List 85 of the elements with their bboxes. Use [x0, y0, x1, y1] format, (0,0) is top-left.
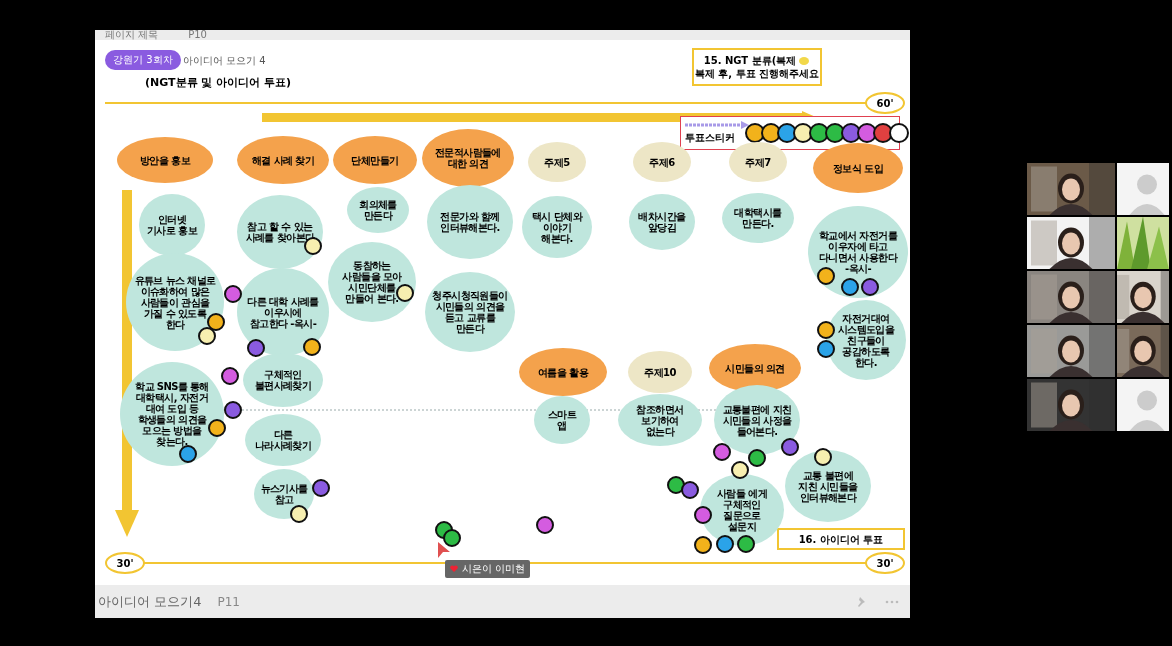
vote-sticker[interactable] [841, 123, 861, 143]
idea-bubble: 자전거대여 시스템도입을 친구들이 공감하도록 한다. [826, 300, 906, 380]
vote-sticker[interactable] [221, 367, 239, 385]
idea-bubble: 학교에서 자전거를 이우자에 타고 다니면서 사용한다 -옥시- [808, 206, 908, 298]
board-subtitle: 아이디어 모으기 4 [183, 54, 266, 68]
note-text: 15. NGT 분류(복제 [703, 54, 797, 67]
idea-bubble: 사람들 에게 구체적인 질문으로 설문지 [700, 474, 784, 546]
vote-sticker[interactable] [713, 443, 731, 461]
idea-bubble: 교통 불편에 지친 시민들을 인터뷰해본다 [785, 450, 871, 522]
vote-sticker[interactable] [312, 479, 330, 497]
vote-sticker[interactable] [224, 401, 242, 419]
time-label: 30' [105, 552, 145, 574]
idea-bubble: 배차시간을 앞당김 [629, 194, 695, 250]
category-bubble: 주제10 [628, 351, 692, 393]
vote-sticker[interactable] [814, 448, 832, 466]
vote-sticker[interactable] [681, 481, 699, 499]
vote-sticker[interactable] [873, 123, 893, 143]
vote-sticker[interactable] [207, 313, 225, 331]
idea-bubble: 스마트 앱 [534, 396, 590, 444]
vote-sticker[interactable] [443, 529, 461, 547]
vote-sticker[interactable] [290, 505, 308, 523]
note-text: 복제 후, 투표 진행해주세요 [694, 67, 820, 80]
vote-sticker[interactable] [536, 516, 554, 534]
cursor-name: 시은이 이미현 [462, 562, 526, 576]
category-bubble: 주제7 [729, 142, 787, 182]
board-title: (NGT분류 및 아이디어 투표) [145, 75, 292, 90]
idea-bubble: 청주시청직원들이 시민들의 의견을 듣고 교류를 만든다 [425, 272, 515, 352]
vote-sticker[interactable] [793, 123, 813, 143]
vote-sticker[interactable] [817, 340, 835, 358]
category-bubble: 주제5 [528, 142, 586, 182]
vote-sticker[interactable] [857, 123, 877, 143]
idea-bubble: 교통불편에 지친 시민들의 사정을 들어본다. [714, 385, 800, 455]
idea-bubble: 다른 나라사례찾기 [245, 414, 321, 466]
vote-sticker[interactable] [809, 123, 829, 143]
session-badge: 강원기 3회차 [105, 50, 181, 70]
page-number: P11 [217, 594, 240, 609]
arrow-icon [685, 121, 749, 129]
vote-sticker[interactable] [737, 535, 755, 553]
vote-sticker[interactable] [694, 536, 712, 554]
vote-sticker[interactable] [777, 123, 797, 143]
category-bubble: 해결 사례 찾기 [237, 136, 329, 184]
vote-sticker[interactable] [224, 285, 242, 303]
idea-bubble: 구체적인 불편사례찾기 [243, 353, 323, 407]
category-bubble: 방안을 홍보 [117, 137, 213, 183]
vote-sticker[interactable] [694, 506, 712, 524]
time-label: 60' [865, 92, 905, 114]
note-text: 16. 아이디어 투표 [798, 532, 884, 546]
idea-bubble: 택시 단체와 이야기 해본다. [522, 196, 592, 258]
vote-sticker[interactable] [825, 123, 845, 143]
idea-bubble: 학교 SNS를 통해 대학택시, 자전거 대여 도입 등 학생들의 의견을 모으는 방법을 찾는다. [120, 362, 224, 466]
vote-sticker[interactable] [247, 339, 265, 357]
idea-bubble: 뉴스기사를 참고 [254, 469, 314, 519]
category-bubble: 여름을 활용 [519, 348, 607, 396]
vote-sticker[interactable] [817, 321, 835, 339]
legend-label: 투표스티커 [685, 131, 736, 145]
idea-bubble: 전문가와 함께 인터뷰해본다. [427, 185, 513, 259]
page-title: 페이지 제목 [105, 30, 159, 40]
idea-bubble: 참조하면서 보기하여 없는다 [618, 394, 702, 446]
vote-sticker[interactable] [716, 535, 734, 553]
idea-bubble: 다른 대학 사례를 이우시에 참고한다 -옥시- [237, 268, 329, 356]
idea-bubble: 회의체를 만든다 [347, 187, 409, 233]
vote-sticker[interactable] [667, 476, 685, 494]
avatar-icon [1117, 379, 1169, 431]
avatar-icon [1117, 163, 1169, 215]
idea-bubble: 동참하는 사람들을 모아 시민단체를 만들어 본다. [328, 242, 416, 322]
idea-bubble: 유튜브 뉴스 채널로 이슈화하여 많은 사람들이 관심을 가질 수 있도록 한다 [126, 253, 224, 351]
vote-sticker[interactable] [731, 461, 749, 479]
heart-icon [450, 565, 458, 573]
vote-sticker[interactable] [889, 123, 909, 143]
vote-sticker[interactable] [748, 449, 766, 467]
category-bubble: 전문적사람들에 대한 의견 [422, 129, 514, 187]
vote-sticker[interactable] [745, 123, 765, 143]
category-bubble: 주제6 [633, 142, 691, 182]
vote-sticker[interactable] [761, 123, 781, 143]
vote-sticker[interactable] [303, 338, 321, 356]
time-label: 30' [865, 552, 905, 574]
category-bubble: 시민들의 의견 [709, 344, 801, 392]
page-title: 아이디어 모으기4 [98, 592, 202, 611]
vote-sticker[interactable] [781, 438, 799, 456]
category-bubble: 정보식 도입 [813, 143, 903, 193]
category-bubble: 단체만들기 [333, 136, 417, 184]
cursor-icon [438, 542, 450, 558]
idea-bubble: 인터넷 기사로 홍보 [139, 194, 205, 256]
idea-bubble: 대학택시를 만든다. [722, 193, 794, 243]
page-number: P10 [188, 30, 207, 40]
